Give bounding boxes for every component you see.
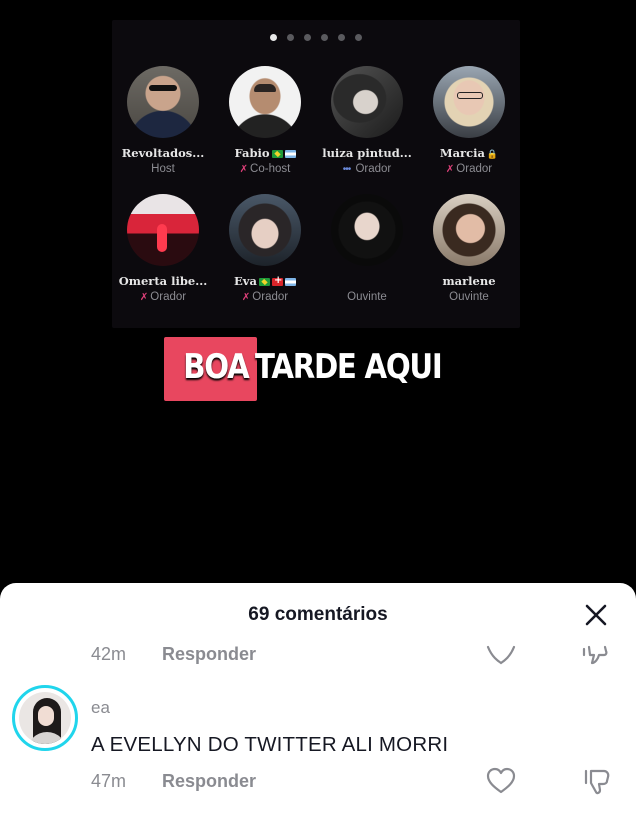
dislike-icon[interactable] (580, 641, 610, 671)
comment-username[interactable]: ea (91, 698, 110, 718)
participant-role: ✗ Orador (445, 163, 493, 175)
participant[interactable]: Omerta libe... ✗ Orador (112, 194, 214, 305)
video-player[interactable]: Revoltados... Host Fabio ✗ Co-host luiza … (0, 0, 636, 590)
cohost-icon: ✗ (239, 164, 249, 175)
page-dot (270, 34, 277, 41)
comment-time: 47m (91, 771, 127, 791)
participant[interactable]: luiza pintud... ••• Orador (316, 66, 418, 177)
avatar (127, 194, 199, 266)
participant-role: ✗ Orador (241, 291, 289, 303)
participant-role: ••• Orador (342, 163, 392, 175)
avatar (433, 194, 505, 266)
comments-count-title: 69 comentários (248, 604, 388, 625)
participant-name: Revoltados... (121, 146, 205, 160)
swiss-flag-icon (271, 274, 283, 288)
speaker-icon: ••• (342, 164, 351, 175)
avatar (19, 692, 71, 744)
avatar (229, 66, 301, 138)
page-dot (287, 34, 294, 41)
participant-role: ✗ Co-host (239, 163, 291, 175)
reply-button[interactable]: Responder (162, 771, 256, 791)
participant-name (316, 274, 418, 288)
page-dot (304, 34, 311, 41)
brazil-flag-icon (258, 278, 270, 286)
reply-button[interactable]: Responder (162, 644, 256, 664)
caption-highlight: BOA (163, 337, 258, 401)
close-icon[interactable] (584, 603, 608, 627)
participant-name: marlene (442, 274, 496, 288)
page-dot (321, 34, 328, 41)
avatar (331, 194, 403, 266)
participant-role: ✗ Orador (139, 291, 187, 303)
participant[interactable]: marlene Ouvinte (418, 194, 520, 304)
participant-name: Omerta libe... (118, 274, 208, 288)
comment-meta: 47m Responder (91, 771, 256, 792)
page-dot (355, 34, 362, 41)
cohost-icon: ✗ (445, 164, 455, 175)
participant-name: luiza pintud... (322, 146, 412, 160)
participant[interactable]: Fabio ✗ Co-host (214, 66, 316, 177)
participant[interactable]: Revoltados... Host (112, 66, 214, 176)
participant-role: Ouvinte (347, 291, 387, 303)
page-indicator (112, 34, 520, 41)
avatar (433, 66, 505, 138)
participant-name: Eva (214, 274, 316, 288)
dislike-icon[interactable] (582, 767, 612, 797)
brazil-flag-icon (271, 150, 283, 158)
page-dot (338, 34, 345, 41)
video-caption: BOA TARDE AQUI (0, 337, 636, 401)
comment-text: A EVELLYN DO TWITTER ALI MORRI (91, 733, 449, 756)
cohost-icon: ✗ (241, 292, 251, 303)
comments-sheet: 69 comentários 42m Responder ea A EVELLY… (0, 583, 636, 815)
participant[interactable]: Marcia 🔒 ✗ Orador (418, 66, 520, 177)
participant-role: Ouvinte (449, 291, 489, 303)
participant[interactable]: Ouvinte (316, 194, 418, 304)
live-room-panel: Revoltados... Host Fabio ✗ Co-host luiza … (112, 20, 520, 328)
heart-icon[interactable] (486, 767, 516, 797)
heart-icon[interactable] (486, 641, 516, 671)
participant-name: Marcia 🔒 (439, 146, 499, 160)
avatar (331, 66, 403, 138)
avatar (229, 194, 301, 266)
comment-time: 42m (91, 644, 127, 664)
participant-name: Fabio (214, 146, 316, 160)
avatar (127, 66, 199, 138)
argentina-flag-icon (284, 278, 296, 286)
lock-icon: 🔒 (486, 150, 499, 160)
participant-role: Host (151, 163, 175, 175)
caption-rest: TARDE AQUI (255, 347, 443, 387)
comment-meta: 42m Responder (91, 644, 256, 665)
argentina-flag-icon (284, 150, 296, 158)
participant[interactable]: Eva ✗Orador (214, 194, 316, 305)
cohost-icon: ✗ (139, 292, 149, 303)
commenter-avatar[interactable] (12, 685, 78, 751)
